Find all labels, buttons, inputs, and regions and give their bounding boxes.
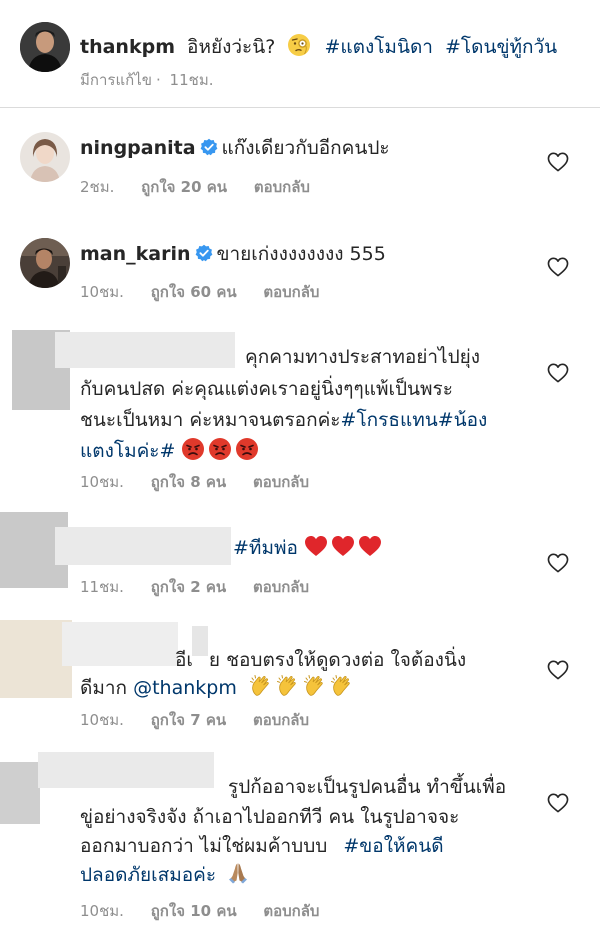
caption-time: 11ชม. — [169, 71, 214, 89]
redacted-username — [62, 622, 178, 666]
reply-button[interactable]: ตอบกลับ — [263, 283, 319, 301]
heart-outline-icon[interactable] — [547, 152, 569, 172]
reply-button[interactable]: ตอบกลับ — [263, 902, 319, 920]
heart-outline-icon[interactable] — [547, 257, 569, 277]
comment-meta: 11ชม. ถูกใจ 2 คน ตอบกลับ — [80, 575, 331, 599]
caption-text: อิหยังว่ะนิ? — [187, 36, 276, 58]
comment-username[interactable]: ningpanita — [80, 137, 196, 159]
heart-outline-icon[interactable] — [547, 553, 569, 573]
reply-button[interactable]: ตอบกลับ — [253, 473, 309, 491]
edited-label: มีการแก้ไข — [80, 71, 152, 89]
comment-likes[interactable]: ถูกใจ 20 คน — [141, 178, 227, 196]
comment-line: ออกมาบอกว่า ไม่ใช่ผมค้าบบบ #ขอให้คนดี — [80, 831, 444, 861]
comment-meta: 10ชม. ถูกใจ 10 คน ตอบกลับ — [80, 899, 341, 923]
verified-badge-icon — [200, 138, 218, 156]
comment-line: #ทีมพ่อ — [233, 533, 385, 563]
comment-text: ชนะเป็นหมา ค่ะหมาจนตรอกค่ะ — [80, 409, 341, 431]
comment-text: ออกมาบอกว่า ไม่ใช่ผมค้าบบบ — [80, 835, 328, 857]
comment-body: man_karin ขายเก่งงงงงงงง 555 — [80, 239, 386, 269]
comment-time: 11ชม. — [80, 578, 124, 596]
caption-meta: มีการแก้ไข · 11ชม. — [80, 71, 214, 89]
comment-line: คุกคามทางประสาทอย่าไปยุ่ง — [245, 346, 481, 368]
comment-meta: 10ชม. ถูกใจ 7 คน ตอบกลับ — [80, 708, 331, 732]
comment-text: อีเ — [175, 649, 193, 671]
caption-line: thankpm อิหยังว่ะนิ? #แตงโมนิดา #โดนขู่ท… — [80, 32, 557, 62]
caption-username[interactable]: thankpm — [80, 36, 175, 58]
comment-text: ดีมาก — [80, 677, 128, 699]
comment-username[interactable]: man_karin — [80, 243, 191, 265]
comment-line: กับคนปสด ค่ะคุณแต่งคเราอยู่นิ่งๆๆแพ้เป็น… — [80, 378, 453, 400]
divider — [0, 107, 600, 108]
comment-time: 2ชม. — [80, 178, 115, 196]
redacted-username — [38, 752, 214, 788]
angry-face-icon — [208, 437, 232, 461]
avatar[interactable] — [20, 132, 70, 182]
heart-outline-icon[interactable] — [547, 793, 569, 813]
heart-outline-icon[interactable] — [547, 363, 569, 383]
comment-text: แก๊งเดียวกับอีกคนปะ — [221, 137, 390, 159]
comment-time: 10ชม. — [80, 283, 124, 301]
comment-hashtag[interactable]: #ขอให้คนดี — [343, 835, 443, 857]
red-heart-icon — [304, 534, 328, 558]
comment-line: ดีมาก @thankpm — [80, 673, 357, 703]
verified-badge-icon — [195, 244, 213, 262]
comment-line: อีเ ย ชอบตรงให้ดูดวงต่อ ใจต้องนิ่ง — [175, 645, 466, 675]
comment-line: แตงโมค่ะ# — [80, 436, 262, 466]
clapping-hands-icon — [330, 674, 354, 698]
comment-likes[interactable]: ถูกใจ 8 คน — [151, 473, 226, 491]
caption-hashtag[interactable]: #แตงโมนิดา — [324, 36, 433, 58]
avatar[interactable] — [20, 22, 70, 72]
caption-hashtag[interactable]: #โดนขู่ทู้กวัน — [445, 36, 557, 58]
reply-button[interactable]: ตอบกลับ — [253, 711, 309, 729]
comment-line: ปลอดภัยเสมอค่ะ — [80, 860, 253, 890]
avatar-photo — [20, 22, 70, 72]
clapping-hands-icon — [249, 674, 273, 698]
comment-hashtag[interactable]: #น้อง — [438, 409, 488, 431]
angry-face-icon — [235, 437, 259, 461]
comment-likes[interactable]: ถูกใจ 60 คน — [151, 283, 237, 301]
avatar-photo — [20, 238, 70, 288]
face-with-monocle-icon — [287, 33, 311, 57]
heart-outline-icon[interactable] — [547, 660, 569, 680]
comment-mention[interactable]: @thankpm — [133, 677, 237, 699]
comment-line: ขู่อย่างจริงจัง ถ้าเอาไปออกทีวี คน ในรูป… — [80, 806, 460, 828]
comment-likes[interactable]: ถูกใจ 10 คน — [151, 902, 237, 920]
comment-line: ชนะเป็นหมา ค่ะหมาจนตรอกค่ะ#โกรธแทน#น้อง — [80, 405, 487, 435]
comment-time: 10ชม. — [80, 473, 124, 491]
reply-button[interactable]: ตอบกลับ — [254, 178, 310, 196]
comment-hashtag[interactable]: # — [160, 440, 176, 462]
comment-time: 10ชม. — [80, 902, 124, 920]
red-heart-icon — [331, 534, 355, 558]
comment-text: ขายเก่งงงงงงงง 555 — [216, 243, 386, 265]
clapping-hands-icon — [276, 674, 300, 698]
angry-face-icon — [181, 437, 205, 461]
comment-meta: 10ชม. ถูกใจ 8 คน ตอบกลับ — [80, 470, 331, 494]
redacted-avatar — [0, 762, 40, 824]
comment-meta: 2ชม. ถูกใจ 20 คน ตอบกลับ — [80, 175, 332, 199]
comment-text: ย ชอบตรงให้ดูดวงต่อ ใจต้องนิ่ง — [208, 649, 467, 671]
redacted-username — [55, 332, 235, 368]
avatar[interactable] — [20, 238, 70, 288]
avatar-photo — [20, 132, 70, 182]
reply-button[interactable]: ตอบกลับ — [253, 578, 309, 596]
comment-line: รูปก้ออาจะเป็นรูปคนอื่น ทำขึ้นเพื่อ — [228, 776, 507, 798]
comment-hashtag[interactable]: #โกรธแทน — [341, 409, 438, 431]
comment-hashtag-continued[interactable]: แตงโมค่ะ — [80, 440, 160, 462]
folded-hands-icon — [226, 861, 250, 885]
comment-hashtag[interactable]: #ทีมพ่อ — [233, 537, 298, 559]
comment-time: 10ชม. — [80, 711, 124, 729]
red-heart-icon — [358, 534, 382, 558]
comment-hashtag-continued[interactable]: ปลอดภัยเสมอค่ะ — [80, 864, 216, 886]
comment-meta: 10ชม. ถูกใจ 60 คน ตอบกลับ — [80, 280, 341, 304]
clapping-hands-icon — [303, 674, 327, 698]
comment-body: ningpanita แก๊งเดียวกับอีกคนปะ — [80, 133, 390, 163]
comment-likes[interactable]: ถูกใจ 7 คน — [151, 711, 226, 729]
comment-likes[interactable]: ถูกใจ 2 คน — [151, 578, 226, 596]
redacted-username — [55, 527, 231, 565]
